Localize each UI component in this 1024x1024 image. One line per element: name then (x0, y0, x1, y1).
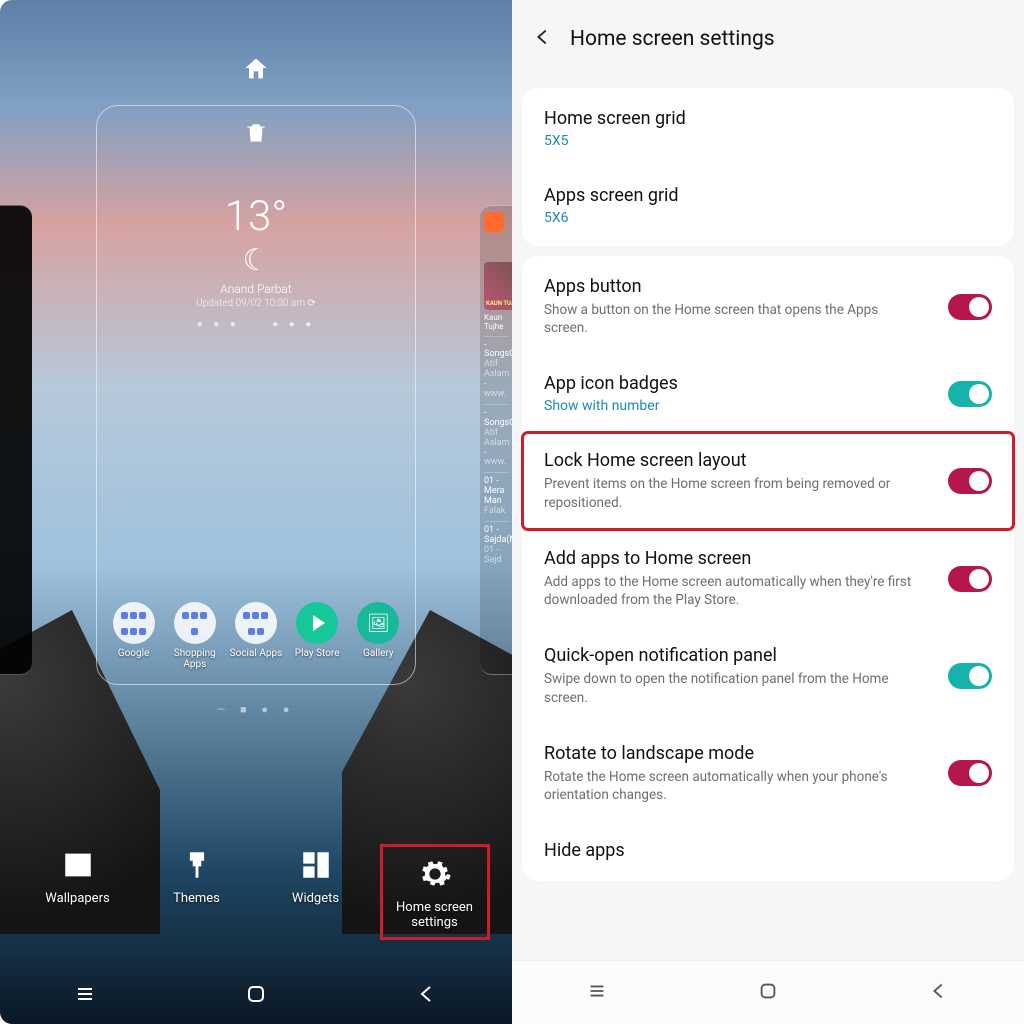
app-gallery[interactable]: 🖼Gallery (349, 602, 407, 670)
nav-bar (0, 964, 512, 1024)
home-page-thumbnail[interactable]: 13° ☾ Anand Parbat Updated 09/02 10:00 a… (96, 105, 416, 685)
row-quick-open-panel[interactable]: Quick-open notification panel Swipe down… (522, 627, 1014, 724)
page-title: Home screen settings (570, 27, 775, 51)
weather-location: Anand Parbat (196, 282, 316, 296)
settings-card-grid: Home screen grid 5X5 Apps screen grid 5X… (522, 88, 1014, 246)
launcher-edit-screen: Kaun Tujhe - SongsCloud.Atif Aslam - www… (0, 0, 512, 1024)
toggle-rotate-landscape[interactable] (948, 760, 992, 786)
wallpapers-button[interactable]: Wallpapers (23, 844, 133, 940)
nav-recent-icon[interactable] (73, 982, 97, 1006)
settings-screen: Home screen settings Home screen grid 5X… (512, 0, 1024, 1024)
toggle-apps-button[interactable] (948, 294, 992, 320)
image-icon (23, 844, 133, 886)
nav-home-icon[interactable] (757, 980, 779, 1006)
back-button[interactable] (532, 26, 554, 52)
song-item: 01 - Mera ManFalak (484, 472, 509, 517)
nav-back-icon[interactable] (928, 980, 950, 1006)
settings-card-main: Apps button Show a button on the Home sc… (522, 256, 1014, 881)
row-lock-home-layout[interactable]: Lock Home screen layout Prevent items on… (522, 432, 1014, 529)
brush-icon (142, 844, 252, 886)
folder-social[interactable]: Social Apps (227, 602, 285, 670)
album-art (484, 262, 512, 310)
nav-bar (512, 960, 1024, 1024)
home-default-icon[interactable] (242, 55, 270, 87)
weather-temp: 13° (196, 192, 316, 241)
toggle-app-icon-badges[interactable] (948, 381, 992, 407)
weather-widget[interactable]: 13° ☾ Anand Parbat Updated 09/02 10:00 a… (196, 192, 316, 309)
page-peek-left[interactable] (0, 205, 32, 675)
song-item: 01 - Sajda(MyM01 - Sajd (484, 521, 509, 566)
row-app-icon-badges[interactable]: App icon badges Show with number (522, 355, 1014, 432)
row-home-screen-grid[interactable]: Home screen grid 5X5 (522, 90, 1014, 167)
song-item: - SongsCloud.Atif Aslam - www. (484, 336, 509, 400)
page-peek-right-music[interactable]: Kaun Tujhe - SongsCloud.Atif Aslam - www… (480, 205, 512, 675)
weather-updated: Updated 09/02 10:00 am ⟳ (196, 298, 316, 309)
app-bar: Home screen settings (512, 0, 1024, 78)
delete-page-icon[interactable] (243, 120, 269, 150)
row-apps-screen-grid[interactable]: Apps screen grid 5X6 (522, 167, 1014, 244)
app-play-store[interactable]: Play Store (288, 602, 346, 670)
gear-icon (385, 853, 485, 895)
now-playing-title: Kaun Tujhe (484, 314, 509, 332)
widget-dots: ● ● ● ● ● ● (197, 319, 316, 330)
toggle-lock-home-layout[interactable] (948, 468, 992, 494)
row-apps-button[interactable]: Apps button Show a button on the Home sc… (522, 258, 1014, 355)
song-item: - SongsCloud.Atif Aslam - www. (484, 404, 509, 468)
moon-icon: ☾ (198, 243, 314, 278)
launcher-bottom-actions: Wallpapers Themes Widgets Home screen se… (0, 844, 512, 940)
toggle-quick-open-panel[interactable] (948, 663, 992, 689)
flipboard-icon (484, 212, 504, 232)
page-indicator: — ■ ● ● (217, 703, 296, 716)
row-rotate-landscape[interactable]: Rotate to landscape mode Rotate the Home… (522, 725, 1014, 822)
nav-home-icon[interactable] (244, 982, 268, 1006)
row-hide-apps[interactable]: Hide apps (522, 822, 1014, 879)
folder-shopping[interactable]: Shopping Apps (166, 602, 224, 670)
folder-google[interactable]: Google (105, 602, 163, 670)
dock-folders: Google Shopping Apps Social Apps Play St… (97, 602, 415, 670)
nav-recent-icon[interactable] (586, 980, 608, 1006)
nav-back-icon[interactable] (415, 982, 439, 1006)
settings-list[interactable]: Home screen grid 5X5 Apps screen grid 5X… (512, 78, 1024, 1024)
themes-button[interactable]: Themes (142, 844, 252, 940)
toggle-add-apps-home[interactable] (948, 566, 992, 592)
widgets-icon (261, 844, 371, 886)
home-screen-settings-button[interactable]: Home screen settings (380, 844, 490, 940)
row-add-apps-home[interactable]: Add apps to Home screen Add apps to the … (522, 530, 1014, 627)
widgets-button[interactable]: Widgets (261, 844, 371, 940)
